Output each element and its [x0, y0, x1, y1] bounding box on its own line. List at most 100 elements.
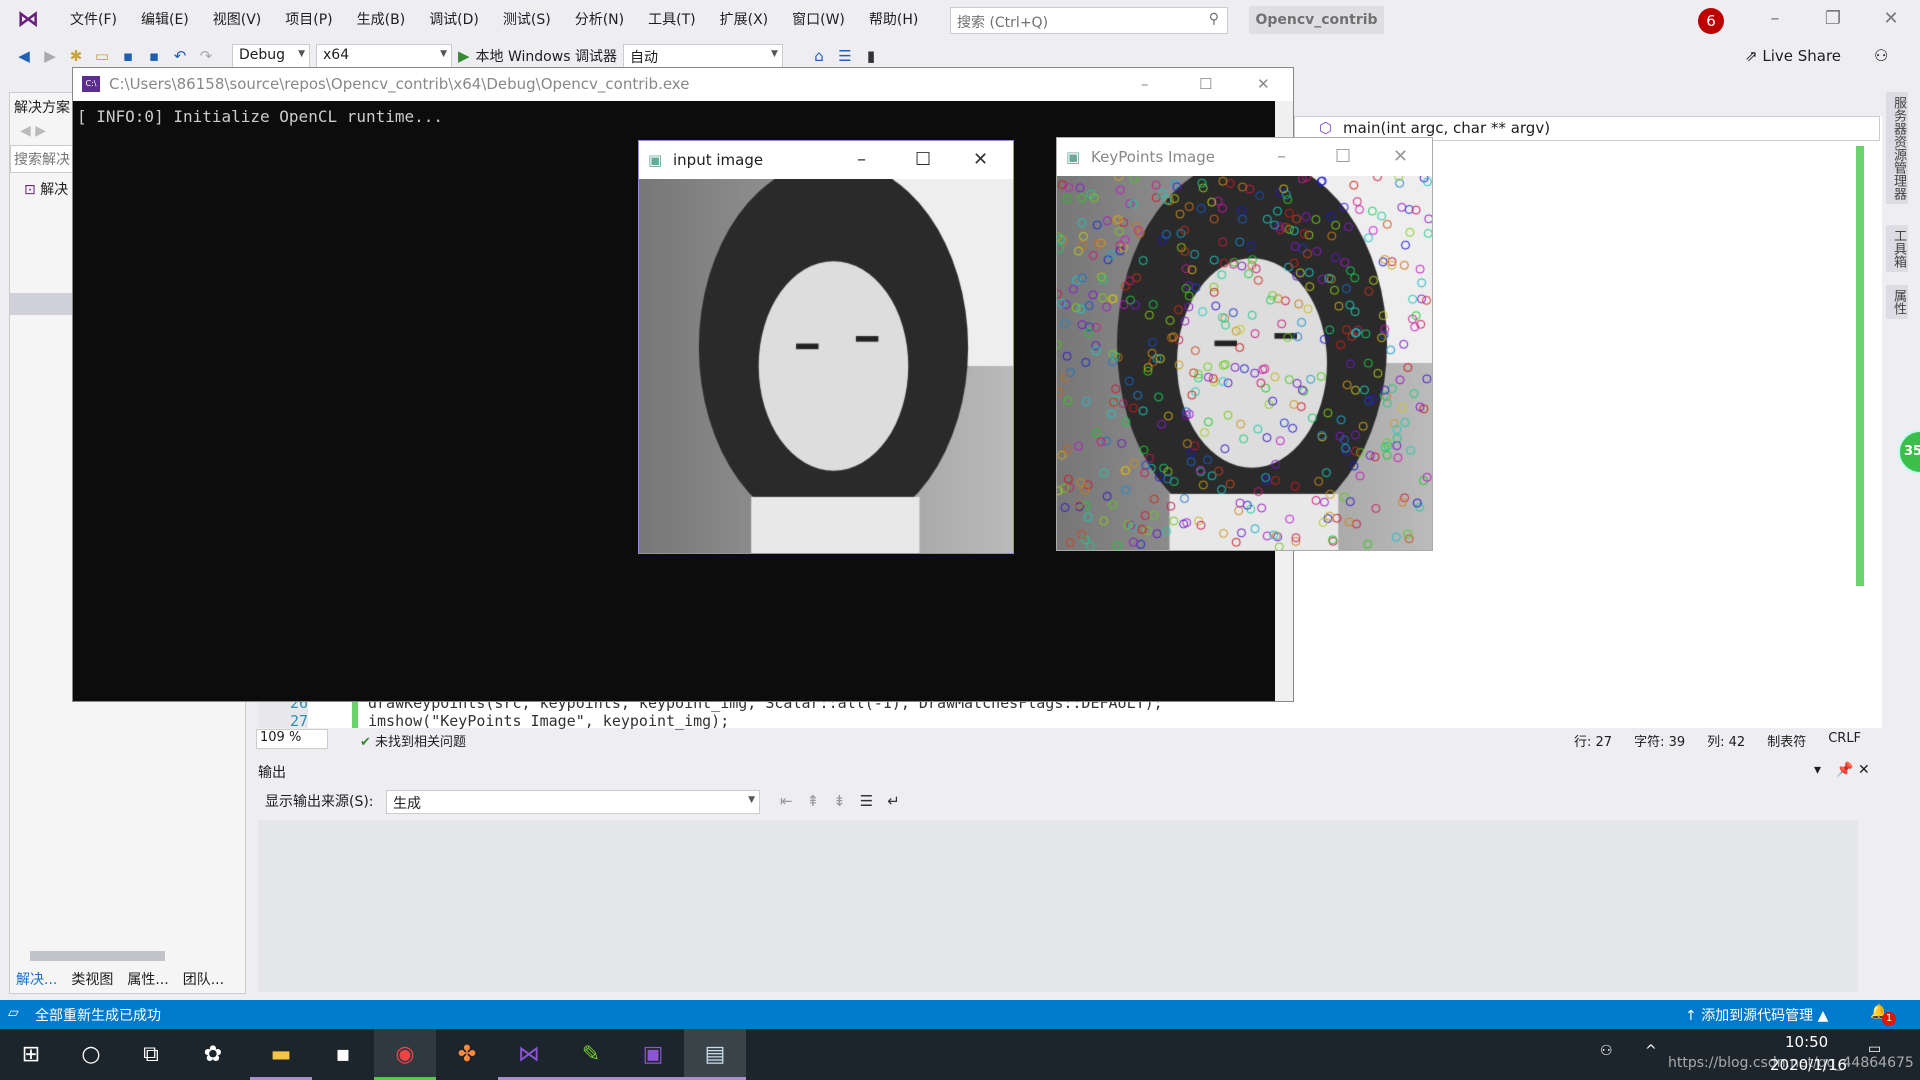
run-icon[interactable]: ▶: [458, 47, 470, 65]
people-icon[interactable]: ⚇: [1600, 1043, 1613, 1059]
save-all-icon[interactable]: ▪: [144, 47, 164, 65]
open-icon[interactable]: ▭: [92, 47, 112, 65]
app-icon[interactable]: ✿: [182, 1029, 244, 1080]
platform-value: x64: [323, 47, 350, 63]
save-icon[interactable]: ▪: [118, 47, 138, 65]
console-minimize-button[interactable]: –: [1141, 68, 1149, 101]
action-center-icon[interactable]: ▭: [1868, 1041, 1881, 1057]
minimize-button[interactable]: –: [1760, 8, 1790, 29]
right-side-tab[interactable]: 服务器资源管理器: [1886, 92, 1908, 204]
close-button[interactable]: ✕: [1876, 8, 1906, 29]
status-icon: ▱: [8, 1005, 19, 1021]
horizontal-scrollbar[interactable]: [16, 951, 236, 963]
next-message-icon[interactable]: ⇟: [833, 792, 846, 810]
window-icon: ▣: [1066, 148, 1081, 166]
chevron-down-icon: ▼: [748, 795, 755, 805]
undo-icon[interactable]: ↶: [170, 47, 190, 65]
menu-item[interactable]: 帮助(H): [857, 0, 930, 40]
file-explorer-icon[interactable]: ▬: [250, 1029, 312, 1080]
live-share-button[interactable]: ⇗ Live Share: [1745, 47, 1841, 65]
visual-studio-icon[interactable]: ⋈: [498, 1029, 560, 1080]
pin-icon[interactable]: 📌: [1836, 762, 1853, 778]
bookmark-icon[interactable]: ▮: [861, 47, 881, 65]
tray-chevron-icon[interactable]: ^: [1645, 1043, 1657, 1059]
menu-item[interactable]: 测试(S): [491, 0, 563, 40]
maximize-button[interactable]: ☐: [1335, 138, 1351, 176]
console-output: [ INFO:0] Initialize OpenCL runtime...: [77, 107, 444, 126]
notification-badge[interactable]: 6: [1698, 8, 1724, 34]
restore-button[interactable]: ❐: [1818, 8, 1848, 29]
solution-tab[interactable]: 类视图: [71, 969, 113, 989]
menu-item[interactable]: 调试(D): [417, 0, 491, 40]
source-control-button[interactable]: ↑ 添加到源代码管理 ▲: [1685, 1005, 1828, 1025]
redo-icon[interactable]: ↷: [196, 47, 216, 65]
menu-item[interactable]: 分析(N): [563, 0, 636, 40]
solution-tab[interactable]: 解决...: [16, 969, 57, 989]
output-content[interactable]: [258, 820, 1858, 992]
menu-item[interactable]: 视图(V): [201, 0, 274, 40]
code-line[interactable]: 27 imshow("KeyPoints Image", keypoint_img…: [258, 712, 1163, 730]
minimize-button[interactable]: –: [1277, 138, 1286, 176]
right-side-tab[interactable]: 属性: [1886, 285, 1908, 319]
cortana-icon[interactable]: ○: [60, 1029, 122, 1080]
forward-icon[interactable]: ▶: [40, 47, 60, 65]
issues-indicator[interactable]: ✔ 未找到相关问题: [360, 731, 466, 750]
function-nav-label: main(int argc, char ** argv): [1343, 119, 1551, 137]
run-debugger-button[interactable]: 本地 Windows 调试器: [476, 46, 617, 66]
indent-indicator[interactable]: 制表符: [1767, 731, 1806, 750]
prev-message-icon[interactable]: ⇞: [807, 792, 820, 810]
console-icon: C:\: [82, 76, 100, 92]
platform-select[interactable]: x64 ▼: [316, 44, 452, 68]
terminal-icon[interactable]: ▪: [312, 1029, 374, 1080]
clock-time[interactable]: 10:50: [1785, 1033, 1828, 1051]
start-icon[interactable]: ⊞: [0, 1029, 62, 1080]
close-button[interactable]: ✕: [973, 141, 988, 179]
visual-studio-logo-icon: ⋈: [17, 7, 39, 32]
output-source-select[interactable]: 生成 ▼: [386, 790, 760, 814]
menu-item[interactable]: 窗口(W): [780, 0, 857, 40]
goto-prev-icon[interactable]: ⇤: [780, 792, 793, 810]
right-side-tab[interactable]: 工具箱: [1886, 225, 1908, 272]
keypoints-image-window[interactable]: ▣ KeyPoints Image – ☐ ✕: [1056, 137, 1433, 551]
console-task-icon[interactable]: ▣: [622, 1029, 684, 1080]
menu-item[interactable]: 项目(P): [273, 0, 344, 40]
zoom-select[interactable]: 109 %: [256, 729, 328, 749]
auto-select[interactable]: 自动 ▼: [622, 44, 783, 68]
clear-all-icon[interactable]: ☰: [860, 792, 873, 810]
menu-item[interactable]: 文件(F): [58, 0, 129, 40]
dropdown-icon[interactable]: ▾: [1814, 762, 1821, 778]
minimize-button[interactable]: –: [857, 141, 866, 179]
tree-label: 解决: [40, 182, 69, 198]
new-project-icon[interactable]: ✱: [66, 47, 86, 65]
close-panel-icon[interactable]: ✕: [1858, 762, 1870, 778]
solution-tab[interactable]: 属性...: [127, 969, 168, 989]
solution-tab[interactable]: 团队...: [183, 969, 224, 989]
search-input[interactable]: 搜索 (Ctrl+Q) ⚲: [950, 7, 1228, 34]
menu-item[interactable]: 编辑(E): [129, 0, 201, 40]
colorful-app-icon[interactable]: ✤: [436, 1029, 498, 1080]
menu-item[interactable]: 工具(T): [636, 0, 707, 40]
vertical-scrollbar[interactable]: [1856, 146, 1864, 586]
keypoints-image: [1057, 176, 1432, 550]
config-select[interactable]: Debug ▼: [232, 44, 310, 68]
opencv-window-icon[interactable]: ▤: [684, 1029, 746, 1080]
format-icon[interactable]: ☰: [835, 47, 855, 65]
input-image-window[interactable]: ▣ input image – ☐ ✕: [638, 140, 1014, 554]
close-button[interactable]: ✕: [1393, 138, 1408, 176]
chrome-icon[interactable]: ◉: [374, 1029, 436, 1080]
word-wrap-icon[interactable]: ↵: [887, 792, 900, 810]
menu-item[interactable]: 生成(B): [345, 0, 418, 40]
console-maximize-button[interactable]: ☐: [1199, 68, 1212, 101]
task-view-icon[interactable]: ⧉: [120, 1029, 182, 1080]
browse-icon[interactable]: ⌂: [809, 47, 829, 65]
eol-indicator[interactable]: CRLF: [1828, 731, 1861, 750]
feedback-icon[interactable]: ⚇: [1874, 46, 1888, 65]
console-close-button[interactable]: ✕: [1257, 68, 1270, 101]
maximize-button[interactable]: ☐: [915, 141, 931, 179]
perf-badge[interactable]: 35: [1898, 430, 1920, 474]
back-icon[interactable]: ◀: [14, 47, 34, 65]
notepad-icon[interactable]: ✎: [560, 1029, 622, 1080]
clock-date[interactable]: 2020/1/16: [1770, 1056, 1847, 1074]
issues-label: 未找到相关问题: [375, 735, 467, 750]
menu-item[interactable]: 扩展(X): [708, 0, 781, 40]
